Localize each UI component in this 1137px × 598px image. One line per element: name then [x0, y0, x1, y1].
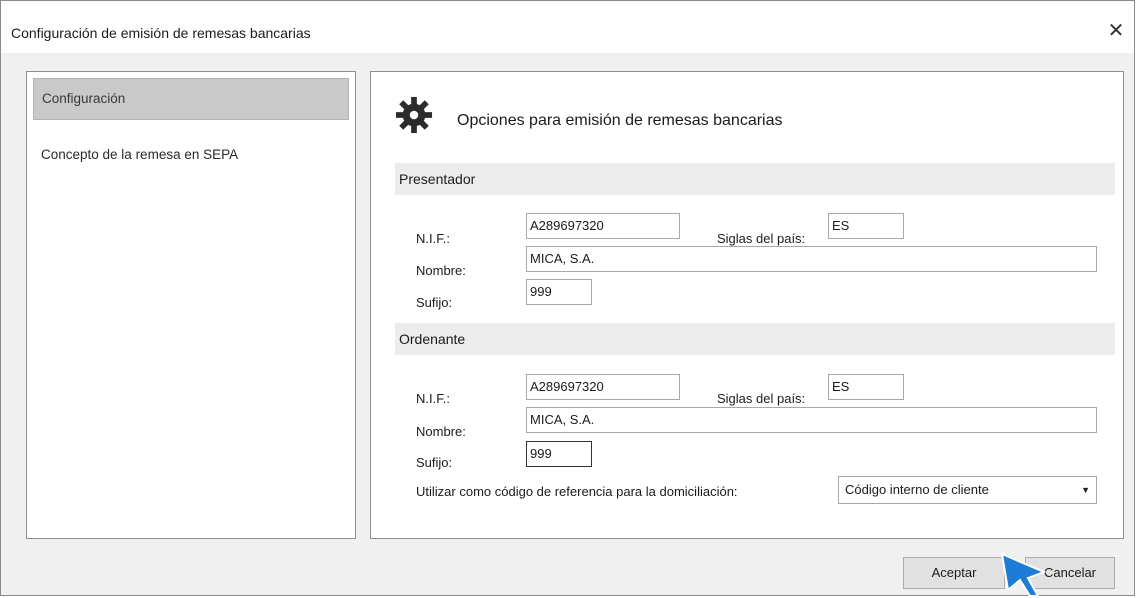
presentador-sufijo-input[interactable]: 999	[526, 279, 592, 305]
ordenante-sufijo-input[interactable]: 999	[526, 441, 592, 467]
options-panel: Opciones para emisión de remesas bancari…	[370, 71, 1124, 539]
presentador-nombre-input[interactable]: MICA, S.A.	[526, 246, 1097, 272]
referencia-select[interactable]: Código interno de cliente ▼	[838, 476, 1097, 504]
presentador-nif-label: N.I.F.:	[416, 231, 450, 246]
ordenante-nombre-label: Nombre:	[416, 424, 466, 439]
ordenante-pais-input[interactable]: ES	[828, 374, 904, 400]
ordenante-sufijo-label: Sufijo:	[416, 455, 453, 470]
ordenante-nif-label: N.I.F.:	[416, 391, 450, 406]
panel-header: Opciones para emisión de remesas bancari…	[395, 96, 995, 146]
sidebar: Configuración Concepto de la remesa en S…	[26, 71, 356, 539]
ordenante-pais-label: Siglas del país:	[717, 391, 806, 406]
aceptar-button[interactable]: Aceptar	[903, 557, 1005, 589]
referencia-select-value: Código interno de cliente	[845, 482, 989, 497]
chevron-down-icon: ▼	[1081, 485, 1090, 495]
panel-header-text: Opciones para emisión de remesas bancari…	[457, 112, 783, 129]
ordenante-nombre-input[interactable]: MICA, S.A.	[526, 407, 1097, 433]
section-ordenante: Ordenante	[395, 323, 1115, 355]
gear-icon	[395, 96, 433, 134]
referencia-label: Utilizar como código de referencia para …	[416, 484, 738, 499]
pointer-arrow-icon	[1000, 552, 1047, 597]
presentador-sufijo-label: Sufijo:	[416, 295, 453, 310]
presentador-nif-input[interactable]: A289697320	[526, 213, 680, 239]
presentador-nombre-label: Nombre:	[416, 263, 466, 278]
sidebar-item-configuracion[interactable]: Configuración	[33, 78, 349, 120]
ordenante-nif-input[interactable]: A289697320	[526, 374, 680, 400]
window-title: Configuración de emisión de remesas banc…	[11, 25, 311, 41]
presentador-pais-label: Siglas del país:	[717, 231, 806, 246]
close-icon[interactable]: ✕	[1104, 19, 1128, 43]
section-presentador: Presentador	[395, 163, 1115, 195]
config-dialog: Configuración de emisión de remesas banc…	[0, 0, 1135, 596]
title-bar: Configuración de emisión de remesas banc…	[1, 1, 1134, 53]
sidebar-item-concepto-sepa[interactable]: Concepto de la remesa en SEPA	[33, 134, 349, 176]
presentador-pais-input[interactable]: ES	[828, 213, 904, 239]
